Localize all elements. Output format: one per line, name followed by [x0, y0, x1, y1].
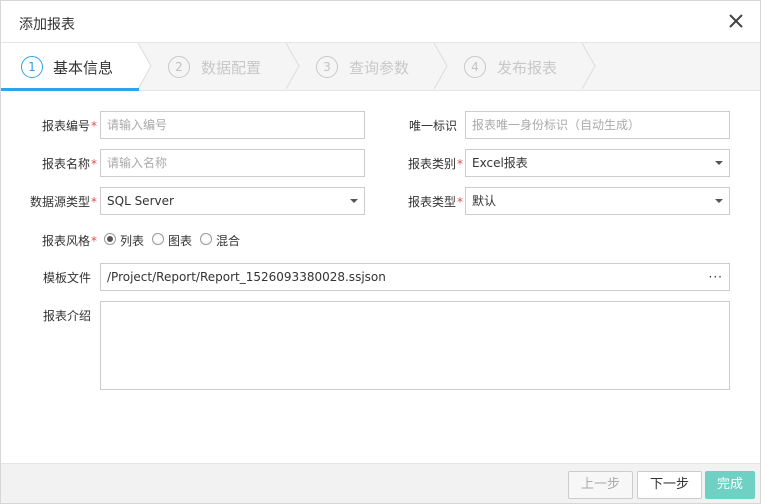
required-mark: *: [91, 195, 97, 209]
browse-ellipsis-icon[interactable]: ···: [709, 264, 723, 290]
unique-id-input[interactable]: 报表唯一身份标识（自动生成）: [465, 111, 730, 139]
report-category-select[interactable]: Excel报表: [465, 149, 730, 177]
prev-step-button[interactable]: 上一步: [568, 471, 633, 499]
radio-label: 列表: [120, 234, 145, 248]
required-mark: *: [91, 119, 97, 133]
report-type-select[interactable]: 默认: [465, 187, 730, 215]
datasource-type-label: 数据源类型*: [21, 193, 97, 210]
select-value: SQL Server: [107, 194, 174, 208]
radio-unchecked-icon: [152, 233, 164, 245]
radio-label: 图表: [168, 234, 193, 248]
report-code-label: 报表编号*: [21, 117, 97, 134]
required-mark: *: [91, 157, 97, 171]
template-file-input[interactable]: /Project/Report/Report_1526093380028.ssj…: [100, 263, 730, 291]
select-value: 默认: [472, 194, 497, 208]
add-report-dialog: 添加报表 1 基本信息 2 数据配置 3 查询参数 4 发布报表 报表编号* 请…: [0, 0, 761, 504]
template-file-path: /Project/Report/Report_1526093380028.ssj…: [107, 270, 386, 284]
template-file-label: 模板文件: [42, 271, 91, 285]
step-data-config[interactable]: 2 数据配置: [151, 43, 286, 89]
dialog-footer: 上一步 下一步 完成: [1, 463, 760, 503]
label-text: 报表名称: [41, 157, 90, 171]
select-value: Excel报表: [472, 156, 528, 170]
next-step-button[interactable]: 下一步: [637, 471, 702, 499]
dialog-titlebar: 添加报表: [1, 1, 760, 43]
radio-checked-icon: [104, 233, 116, 245]
finish-button[interactable]: 完成: [705, 471, 755, 499]
label-text: 报表类别: [407, 157, 456, 171]
required-mark: *: [91, 234, 97, 248]
label-text: 报表风格: [41, 234, 90, 248]
report-code-input[interactable]: 请输入编号: [100, 111, 365, 139]
dialog-title: 添加报表: [19, 17, 75, 33]
required-mark: *: [457, 157, 463, 171]
step-label: 查询参数: [349, 59, 410, 77]
wizard-steps: 1 基本信息 2 数据配置 3 查询参数 4 发布报表: [1, 43, 760, 91]
required-mark: *: [457, 195, 463, 209]
report-style-label: 报表风格*: [21, 232, 97, 249]
description-label: 报表介绍: [42, 309, 91, 323]
label-text: 数据源类型: [29, 195, 90, 209]
report-name-input[interactable]: 请输入名称: [100, 149, 365, 177]
label-text: 报表编号: [41, 119, 90, 133]
datasource-type-select[interactable]: SQL Server: [100, 187, 365, 215]
report-name-label: 报表名称*: [21, 155, 97, 172]
radio-unchecked-icon: [200, 233, 212, 245]
close-icon[interactable]: [726, 11, 746, 31]
step-number: 2: [168, 56, 190, 78]
step-label: 发布报表: [497, 59, 558, 77]
step-label: 基本信息: [53, 59, 114, 77]
report-type-label: 报表类型*: [381, 193, 463, 210]
chevron-down-icon: [715, 161, 723, 165]
step-query-params[interactable]: 3 查询参数: [299, 43, 434, 89]
chevron-down-icon: [715, 199, 723, 203]
step-label: 数据配置: [201, 59, 262, 77]
radio-label: 混合: [216, 234, 241, 248]
step-publish-report[interactable]: 4 发布报表: [447, 43, 582, 89]
unique-id-label: 唯一标识: [408, 119, 457, 133]
step-number: 1: [21, 56, 43, 78]
chevron-down-icon: [350, 199, 358, 203]
report-category-label: 报表类别*: [381, 155, 463, 172]
step-number: 4: [464, 56, 486, 78]
label-text: 报表类型: [407, 195, 456, 209]
description-textarea[interactable]: [100, 301, 730, 390]
step-number: 3: [316, 56, 338, 78]
step-basic-info[interactable]: 1 基本信息: [1, 43, 139, 89]
report-style-radio-group: 列表 图表 混合: [104, 232, 264, 248]
